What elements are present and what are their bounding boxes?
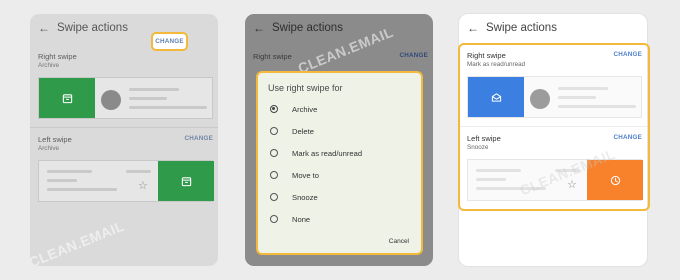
option-delete[interactable]: Delete (270, 125, 314, 137)
option-snooze[interactable]: Snooze (270, 191, 318, 203)
page-title: Swipe actions (272, 22, 343, 34)
left-swipe-preview: ☆ (38, 160, 214, 202)
radio-selected-icon[interactable] (270, 105, 278, 113)
right-swipe-label: Right swipe (38, 52, 77, 61)
app-bar: ← Swipe actions (30, 14, 218, 42)
back-arrow-icon[interactable]: ← (253, 21, 265, 35)
avatar (101, 90, 121, 110)
radio-icon[interactable] (270, 149, 278, 157)
back-arrow-icon[interactable]: ← (467, 21, 479, 35)
option-label: Move to (292, 170, 320, 180)
option-label: Snooze (292, 192, 318, 202)
placeholder-line (129, 97, 167, 100)
right-swipe-label: Right swipe (253, 52, 292, 61)
left-swipe-change-button[interactable]: CHANGE (185, 135, 214, 143)
placeholder-line (47, 188, 117, 191)
option-mark-read-unread[interactable]: Mark as read/unread (270, 147, 362, 159)
star-icon: ☆ (138, 180, 148, 192)
swipe-actions-panel-default: ← Swipe actions Right swipe Archive Left… (30, 14, 218, 266)
archive-icon (181, 176, 191, 186)
option-move-to[interactable]: Move to (270, 169, 319, 181)
left-swipe-label: Left swipe (38, 135, 72, 144)
left-swipe-action-box (158, 161, 214, 201)
app-bar: ← Swipe actions (245, 14, 433, 42)
cancel-button[interactable]: Cancel (389, 238, 409, 245)
option-none[interactable]: None (270, 213, 310, 225)
radio-icon[interactable] (270, 171, 278, 179)
app-bar: ← Swipe actions (459, 14, 647, 42)
right-swipe-change-button[interactable]: CHANGE (400, 52, 429, 60)
radio-icon[interactable] (270, 193, 278, 201)
divider (30, 127, 218, 128)
dialog-title: Use right swipe for (268, 83, 343, 93)
right-swipe-change-button[interactable]: CHANGE (153, 34, 186, 49)
configured-swipes-highlight (458, 43, 650, 211)
option-archive[interactable]: Archive (270, 103, 317, 115)
archive-icon (62, 93, 72, 103)
placeholder-line (47, 179, 77, 182)
right-swipe-preview (38, 77, 213, 119)
option-label: Mark as read/unread (292, 148, 363, 158)
option-label: Delete (292, 126, 314, 136)
radio-icon[interactable] (270, 127, 278, 135)
placeholder-line (47, 170, 92, 173)
placeholder-line (129, 88, 179, 91)
option-label: Archive (292, 104, 318, 114)
radio-icon[interactable] (270, 215, 278, 223)
right-swipe-dialog: Use right swipe for Archive Delete Mark … (256, 71, 423, 255)
page-title: Swipe actions (486, 22, 557, 34)
back-arrow-icon[interactable]: ← (38, 21, 50, 35)
right-swipe-action-box (39, 78, 95, 118)
placeholder-line (126, 170, 151, 173)
right-swipe-change-highlight: CHANGE (151, 32, 188, 51)
watermark: CLEAN.EMAIL (30, 217, 127, 266)
option-label: None (292, 214, 311, 224)
right-swipe-value: Archive (38, 62, 59, 69)
left-swipe-value: Archive (38, 145, 59, 152)
page-title: Swipe actions (57, 22, 128, 34)
placeholder-line (129, 106, 207, 109)
